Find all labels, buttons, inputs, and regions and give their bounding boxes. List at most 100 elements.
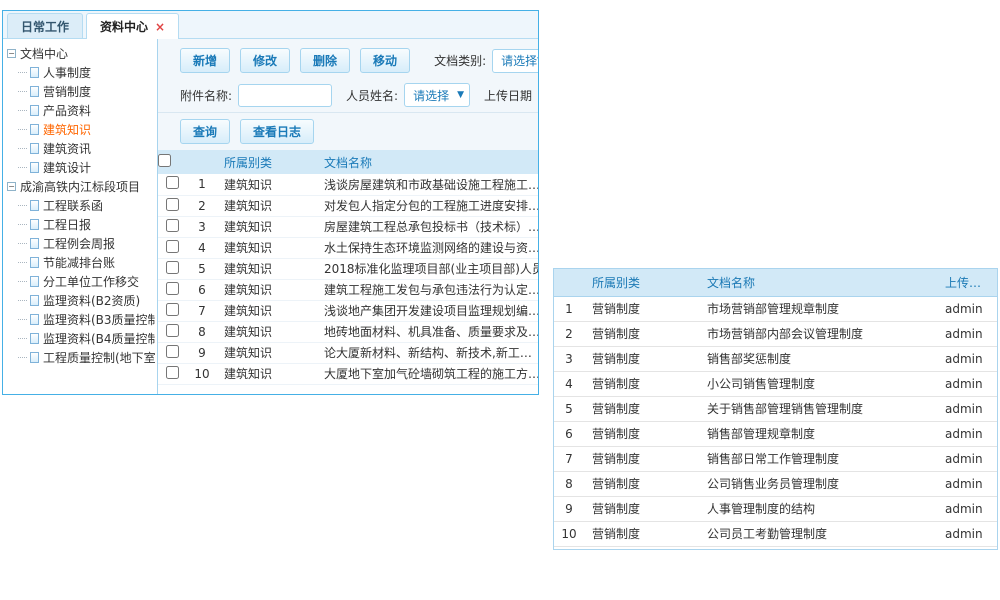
category-select[interactable]: 请选择 ▼: [492, 49, 539, 73]
document-icon: [30, 276, 39, 287]
document-icon: [30, 352, 39, 363]
person-select[interactable]: 请选择 ▼: [404, 83, 470, 107]
tree-item[interactable]: − 监理资料(B4质量控制): [7, 329, 155, 348]
row-number: 1: [186, 174, 218, 195]
person-label: 人员姓名:: [346, 87, 398, 104]
tree-item[interactable]: − 成渝高铁内江标段项目: [7, 177, 155, 196]
view-log-button[interactable]: 查看日志: [240, 119, 314, 144]
row-doc-name: 公司销售业务员管理制度: [699, 471, 937, 496]
table-row[interactable]: 10 建筑知识 大厦地下室加气砼墙砌筑工程的施工方…: [158, 363, 538, 384]
table-row[interactable]: 9 建筑知识 论大厦新材料、新结构、新技术,新工…: [158, 342, 538, 363]
close-icon[interactable]: ×: [155, 20, 165, 34]
table-row[interactable]: 8 建筑知识 地砖地面材料、机具准备、质量要求及…: [158, 321, 538, 342]
row-checkbox[interactable]: [166, 240, 179, 253]
move-button[interactable]: 移动: [360, 48, 410, 73]
row-number: 10: [554, 521, 584, 546]
index-header: [186, 150, 218, 174]
tree-item-label: 建筑资讯: [43, 140, 91, 157]
side-documents-table: 所属别类 文档名称 上传… 1 营销制度 市场营销部管理规章制度 admin 2…: [554, 269, 997, 547]
row-number: 7: [554, 446, 584, 471]
chevron-down-icon: ▼: [457, 90, 464, 100]
query-button[interactable]: 查询: [180, 119, 230, 144]
tab[interactable]: 资料中心 ×: [86, 13, 179, 39]
row-category: 建筑知识: [218, 321, 318, 342]
add-button[interactable]: 新增: [180, 48, 230, 73]
tree-item[interactable]: − 工程例会周报: [7, 234, 155, 253]
row-checkbox[interactable]: [166, 176, 179, 189]
tree-item[interactable]: − 监理资料(B2资质): [7, 291, 155, 310]
attachment-name-input[interactable]: [238, 84, 332, 107]
tree-item-label: 建筑设计: [43, 159, 91, 176]
table-row[interactable]: 4 建筑知识 水土保持生态环境监测网络的建设与资…: [158, 237, 538, 258]
row-number: 2: [186, 195, 218, 216]
table-row[interactable]: 2 建筑知识 对发包人指定分包的工程施工进度安排…: [158, 195, 538, 216]
tree-item[interactable]: − 建筑资讯: [7, 139, 155, 158]
table-row[interactable]: 4 营销制度 小公司销售管理制度 admin: [554, 371, 997, 396]
row-doc-name: 论大厦新材料、新结构、新技术,新工…: [318, 342, 538, 363]
table-row[interactable]: 5 营销制度 关于销售部管理销售管理制度 admin: [554, 396, 997, 421]
tree-item[interactable]: − 工程日报: [7, 215, 155, 234]
tree-item[interactable]: − 建筑知识: [7, 120, 155, 139]
query-row: 查询 查看日志: [158, 112, 538, 150]
row-checkbox[interactable]: [166, 345, 179, 358]
table-row[interactable]: 7 建筑知识 浅谈地产集团开发建设项目监理规划编…: [158, 300, 538, 321]
table-row[interactable]: 10 营销制度 公司员工考勤管理制度 admin: [554, 521, 997, 546]
tree-item[interactable]: − 产品资料: [7, 101, 155, 120]
row-doc-name: 房屋建筑工程总承包投标书（技术标）…: [318, 216, 538, 237]
tree-item-label: 文档中心: [20, 45, 68, 62]
table-row[interactable]: 8 营销制度 公司销售业务员管理制度 admin: [554, 471, 997, 496]
table-row[interactable]: 3 营销制度 销售部奖惩制度 admin: [554, 346, 997, 371]
row-checkbox[interactable]: [166, 282, 179, 295]
row-checkbox[interactable]: [166, 303, 179, 316]
select-all-checkbox[interactable]: [158, 154, 171, 167]
row-number: 3: [186, 216, 218, 237]
table-row[interactable]: 6 建筑知识 建筑工程施工发包与承包违法行为认定…: [158, 279, 538, 300]
tree-item[interactable]: − 分工单位工作移交: [7, 272, 155, 291]
collapse-icon[interactable]: −: [7, 49, 16, 58]
row-category: 营销制度: [584, 471, 699, 496]
tree-item-label: 工程日报: [43, 216, 91, 233]
tree-item[interactable]: − 工程联系函: [7, 196, 155, 215]
table-row[interactable]: 5 建筑知识 2018标准化监理项目部(业主项目部)人员…: [158, 258, 538, 279]
tree-item[interactable]: − 节能减排台账: [7, 253, 155, 272]
row-doc-name: 市场营销部内部会议管理制度: [699, 321, 937, 346]
row-checkbox[interactable]: [166, 366, 179, 379]
row-category: 营销制度: [584, 421, 699, 446]
category-label: 文档类别:: [434, 52, 486, 69]
table-row[interactable]: 3 建筑知识 房屋建筑工程总承包投标书（技术标）…: [158, 216, 538, 237]
row-category: 营销制度: [584, 296, 699, 321]
tree-item-label: 工程联系函: [43, 197, 103, 214]
row-checkbox[interactable]: [166, 219, 179, 232]
row-checkbox[interactable]: [166, 324, 179, 337]
tree-item-label: 建筑知识: [43, 121, 91, 138]
tree-item[interactable]: − 工程质量控制(地下室): [7, 348, 155, 367]
row-uploader: admin: [937, 446, 997, 471]
tree-item[interactable]: − 文档中心: [7, 44, 155, 63]
category-header: 所属别类: [218, 150, 318, 174]
row-category: 建筑知识: [218, 216, 318, 237]
document-icon: [30, 257, 39, 268]
document-icon: [30, 333, 39, 344]
tab-bar: 日常工作 × 资料中心 ×: [3, 11, 538, 39]
tree-item[interactable]: − 营销制度: [7, 82, 155, 101]
edit-button[interactable]: 修改: [240, 48, 290, 73]
table-row[interactable]: 9 营销制度 人事管理制度的结构 admin: [554, 496, 997, 521]
table-row[interactable]: 1 营销制度 市场营销部管理规章制度 admin: [554, 296, 997, 321]
row-category: 营销制度: [584, 521, 699, 546]
collapse-icon[interactable]: −: [7, 182, 16, 191]
row-checkbox[interactable]: [166, 198, 179, 211]
tree-item-label: 监理资料(B3质量控制): [43, 311, 155, 328]
row-checkbox[interactable]: [166, 261, 179, 274]
document-icon: [30, 162, 39, 173]
delete-button[interactable]: 删除: [300, 48, 350, 73]
tree-item[interactable]: − 人事制度: [7, 63, 155, 82]
tab[interactable]: 日常工作 ×: [7, 13, 83, 38]
tree-item[interactable]: − 建筑设计: [7, 158, 155, 177]
table-row[interactable]: 1 建筑知识 浅谈房屋建筑和市政基础设施工程施工…: [158, 174, 538, 195]
category-select-value: 请选择: [501, 52, 537, 69]
table-row[interactable]: 7 营销制度 销售部日常工作管理制度 admin: [554, 446, 997, 471]
tree-item[interactable]: − 监理资料(B3质量控制): [7, 310, 155, 329]
table-row[interactable]: 6 营销制度 销售部管理规章制度 admin: [554, 421, 997, 446]
table-row[interactable]: 2 营销制度 市场营销部内部会议管理制度 admin: [554, 321, 997, 346]
row-doc-name: 人事管理制度的结构: [699, 496, 937, 521]
